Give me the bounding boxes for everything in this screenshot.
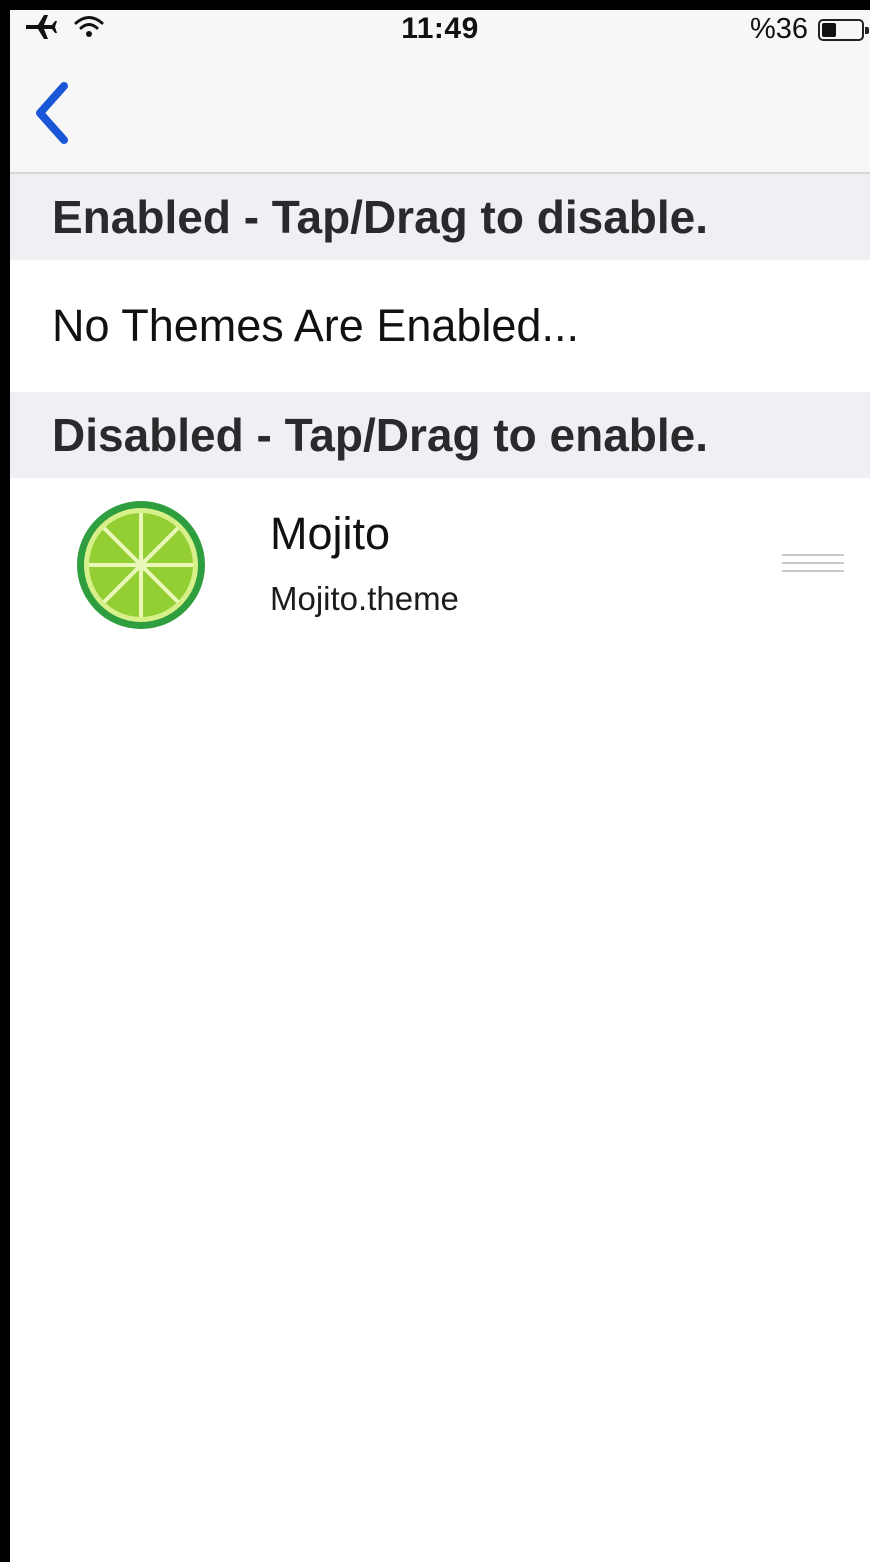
battery-icon [818, 18, 869, 41]
enabled-section-header: Enabled - Tap/Drag to disable. [10, 174, 870, 260]
status-time: 11:49 [401, 12, 479, 45]
drag-line [782, 570, 844, 572]
drag-line [782, 554, 844, 556]
battery-tip [865, 26, 869, 34]
enabled-empty-message: No Themes Are Enabled... [10, 260, 870, 392]
theme-name: Mojito [270, 508, 391, 559]
theme-filename: Mojito.theme [270, 580, 459, 617]
drag-handle-icon[interactable] [782, 554, 844, 578]
status-bar-right: %36 [749, 13, 869, 46]
battery-fill [822, 22, 836, 37]
status-bar: 11:49 %36 [10, 10, 870, 48]
theme-row-mojito[interactable]: Mojito Mojito.theme [10, 478, 870, 648]
screen: 11:49 %36 Enabled - Tap/Drag to disable.… [10, 10, 870, 1562]
disabled-section-header: Disabled - Tap/Drag to enable. [10, 392, 870, 478]
lime-icon [74, 498, 208, 632]
drag-line [782, 562, 844, 564]
navigation-bar [10, 48, 870, 174]
chevron-left-icon [36, 82, 68, 144]
battery-percentage: %36 [749, 13, 808, 45]
back-button[interactable] [28, 78, 78, 148]
